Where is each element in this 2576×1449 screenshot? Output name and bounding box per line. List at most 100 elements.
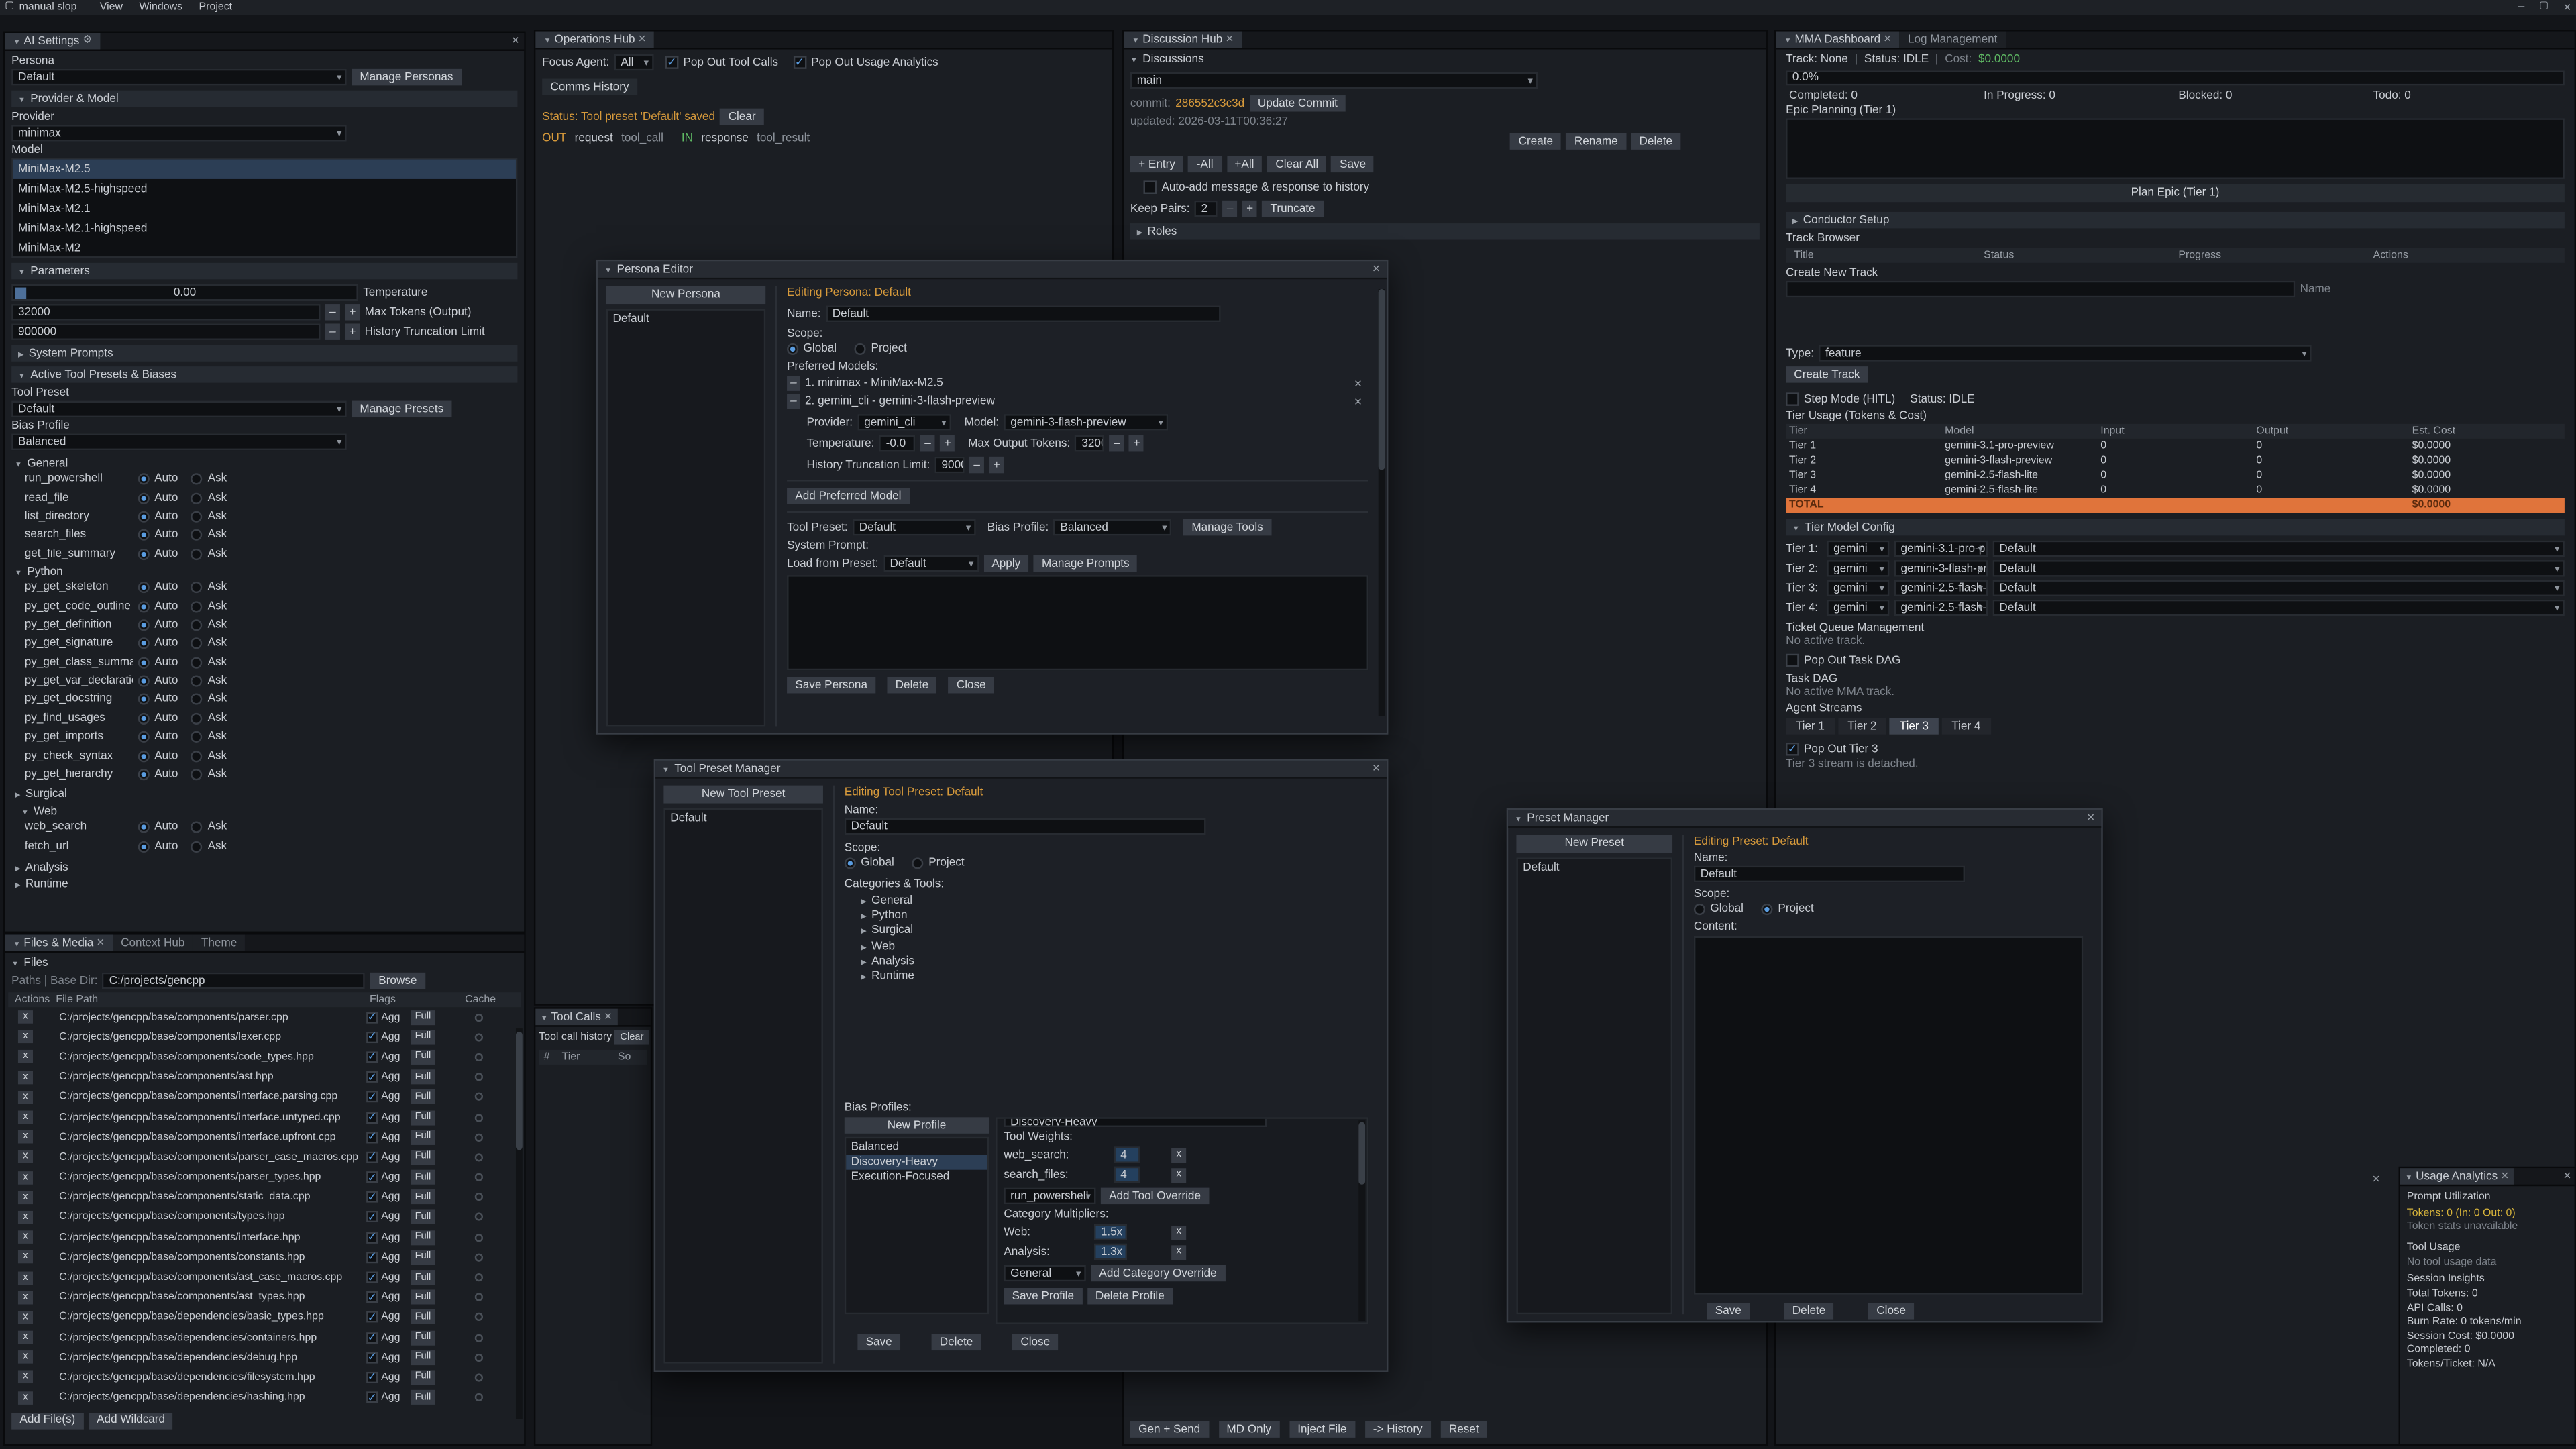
clear-all-button[interactable]: Clear All xyxy=(1267,156,1326,172)
provider-model-section-header[interactable]: Provider & Model xyxy=(11,91,517,107)
save-tool-preset-button[interactable]: Save xyxy=(857,1334,900,1350)
auto-radio[interactable] xyxy=(138,582,150,593)
full-button[interactable]: Full xyxy=(410,1230,435,1244)
bias-scrollbar[interactable] xyxy=(1358,1121,1365,1322)
delete-persona-button[interactable]: Delete xyxy=(887,677,936,693)
pop-out-tool-calls-checkbox[interactable] xyxy=(665,56,679,69)
model-option[interactable]: MiniMax-M2.1-highspeed xyxy=(13,219,516,238)
increment-button[interactable] xyxy=(345,323,360,339)
scope-project-radio[interactable] xyxy=(1762,904,1773,915)
auto-radio[interactable] xyxy=(138,474,150,485)
agg-checkbox[interactable] xyxy=(366,1071,378,1083)
ask-radio[interactable] xyxy=(191,769,203,780)
collapse-model-button[interactable] xyxy=(787,394,800,409)
model-option[interactable]: MiniMax-M2 xyxy=(13,238,516,258)
weight-input[interactable]: 4 xyxy=(1114,1147,1140,1163)
stream-tab-tier1[interactable]: Tier 1 xyxy=(1786,718,1835,734)
remove-file-button[interactable]: x xyxy=(18,1111,33,1124)
preset-list-item[interactable]: Default xyxy=(1523,863,1666,874)
group-web[interactable]: Web xyxy=(21,807,515,818)
auto-radio[interactable] xyxy=(138,492,150,504)
tier-provider-select[interactable]: gemini xyxy=(1827,560,1889,576)
ask-radio[interactable] xyxy=(191,841,203,852)
remove-file-button[interactable]: x xyxy=(18,1331,33,1344)
pop-out-tier3-checkbox[interactable] xyxy=(1786,743,1799,756)
profile-name-input[interactable]: Discovery-Heavy xyxy=(1004,1118,1267,1128)
tab-operations-hub[interactable]: Operations Hub xyxy=(535,32,654,48)
persona-name-input[interactable]: Default xyxy=(826,306,1220,322)
scope-global-radio[interactable] xyxy=(787,343,798,355)
category-node[interactable]: Python xyxy=(861,909,1368,924)
stream-tab-tier3[interactable]: Tier 3 xyxy=(1890,718,1939,734)
tab-tool-calls[interactable]: Tool Calls xyxy=(535,1009,616,1025)
auto-radio[interactable] xyxy=(138,822,150,834)
tier-preset-select[interactable]: Default xyxy=(1993,560,2565,576)
truncate-button[interactable]: Truncate xyxy=(1262,201,1324,217)
scope-project-radio[interactable] xyxy=(912,857,924,869)
scope-global-radio[interactable] xyxy=(845,857,856,869)
scope-project-radio[interactable] xyxy=(855,343,866,355)
full-button[interactable]: Full xyxy=(410,1190,435,1205)
update-commit-button[interactable]: Update Commit xyxy=(1250,95,1346,111)
auto-radio[interactable] xyxy=(138,548,150,559)
agg-checkbox[interactable] xyxy=(366,1232,378,1243)
agg-checkbox[interactable] xyxy=(366,1012,378,1023)
tool-override-select[interactable]: run_powershell xyxy=(1004,1188,1095,1204)
track-name-input[interactable] xyxy=(1786,281,2295,297)
decrement-button[interactable] xyxy=(1223,201,1238,217)
increment-button[interactable] xyxy=(1242,201,1257,217)
close-button[interactable]: Close xyxy=(1012,1334,1058,1350)
agg-checkbox[interactable] xyxy=(366,1252,378,1263)
remove-file-button[interactable]: x xyxy=(18,1231,33,1244)
category-node[interactable]: General xyxy=(861,894,1368,909)
ask-radio[interactable] xyxy=(191,474,203,485)
persona-select[interactable]: Default xyxy=(11,69,347,85)
ask-radio[interactable] xyxy=(191,619,203,631)
collapse-model-button[interactable] xyxy=(787,376,800,391)
cache-toggle[interactable] xyxy=(475,1273,483,1281)
agg-checkbox[interactable] xyxy=(366,1272,378,1283)
auto-add-checkbox[interactable] xyxy=(1144,180,1157,194)
files-scrollbar[interactable] xyxy=(516,1028,523,1419)
pop-out-usage-checkbox[interactable] xyxy=(793,56,806,69)
new-profile-button[interactable]: New Profile xyxy=(845,1118,989,1134)
track-type-select[interactable]: feature xyxy=(1819,345,2312,361)
menu-view[interactable]: View xyxy=(100,1,123,13)
auto-radio[interactable] xyxy=(138,750,150,761)
manage-presets-button[interactable]: Manage Presets xyxy=(352,401,451,417)
bias-profile-select[interactable]: Balanced xyxy=(11,434,347,450)
auto-radio[interactable] xyxy=(138,619,150,631)
clear-tool-calls-button[interactable]: Clear xyxy=(615,1030,649,1045)
full-button[interactable]: Full xyxy=(410,1330,435,1345)
save-persona-button[interactable]: Save Persona xyxy=(787,677,875,693)
ask-radio[interactable] xyxy=(191,529,203,541)
create-discussion-button[interactable]: Create xyxy=(1510,133,1561,149)
auto-radio[interactable] xyxy=(138,511,150,523)
cache-toggle[interactable] xyxy=(475,1313,483,1322)
decrement-button[interactable] xyxy=(1110,435,1124,451)
add-category-override-button[interactable]: Add Category Override xyxy=(1091,1265,1225,1281)
base-dir-input[interactable]: C:/projects/gencpp xyxy=(103,973,366,989)
delete-tool-preset-button[interactable]: Delete xyxy=(932,1334,981,1350)
close-button[interactable]: Close xyxy=(949,677,994,693)
full-button[interactable]: Full xyxy=(410,1010,435,1024)
plus-all-button[interactable]: +All xyxy=(1226,156,1263,172)
decrement-button[interactable] xyxy=(920,435,935,451)
full-button[interactable]: Full xyxy=(410,1370,435,1385)
agg-checkbox[interactable] xyxy=(366,1332,378,1343)
close-tab-icon[interactable] xyxy=(97,936,104,950)
auto-radio[interactable] xyxy=(138,529,150,541)
profile-item-selected[interactable]: Discovery-Heavy xyxy=(846,1155,987,1170)
full-button[interactable]: Full xyxy=(410,1090,435,1105)
inject-file-button[interactable]: Inject File xyxy=(1289,1421,1355,1437)
step-mode-checkbox[interactable] xyxy=(1786,392,1799,406)
remove-weight-button[interactable]: x xyxy=(1171,1148,1186,1163)
category-node[interactable]: Surgical xyxy=(861,924,1368,939)
provider-select[interactable]: minimax xyxy=(11,125,347,141)
agg-checkbox[interactable] xyxy=(366,1191,378,1203)
tab-ai-settings[interactable]: AI Settings xyxy=(5,33,100,49)
stream-tab-tier2[interactable]: Tier 2 xyxy=(1838,718,1887,734)
full-button[interactable]: Full xyxy=(410,1270,435,1285)
add-file-button[interactable]: Add File(s) xyxy=(11,1413,83,1429)
minus-all-button[interactable]: -All xyxy=(1189,156,1222,172)
